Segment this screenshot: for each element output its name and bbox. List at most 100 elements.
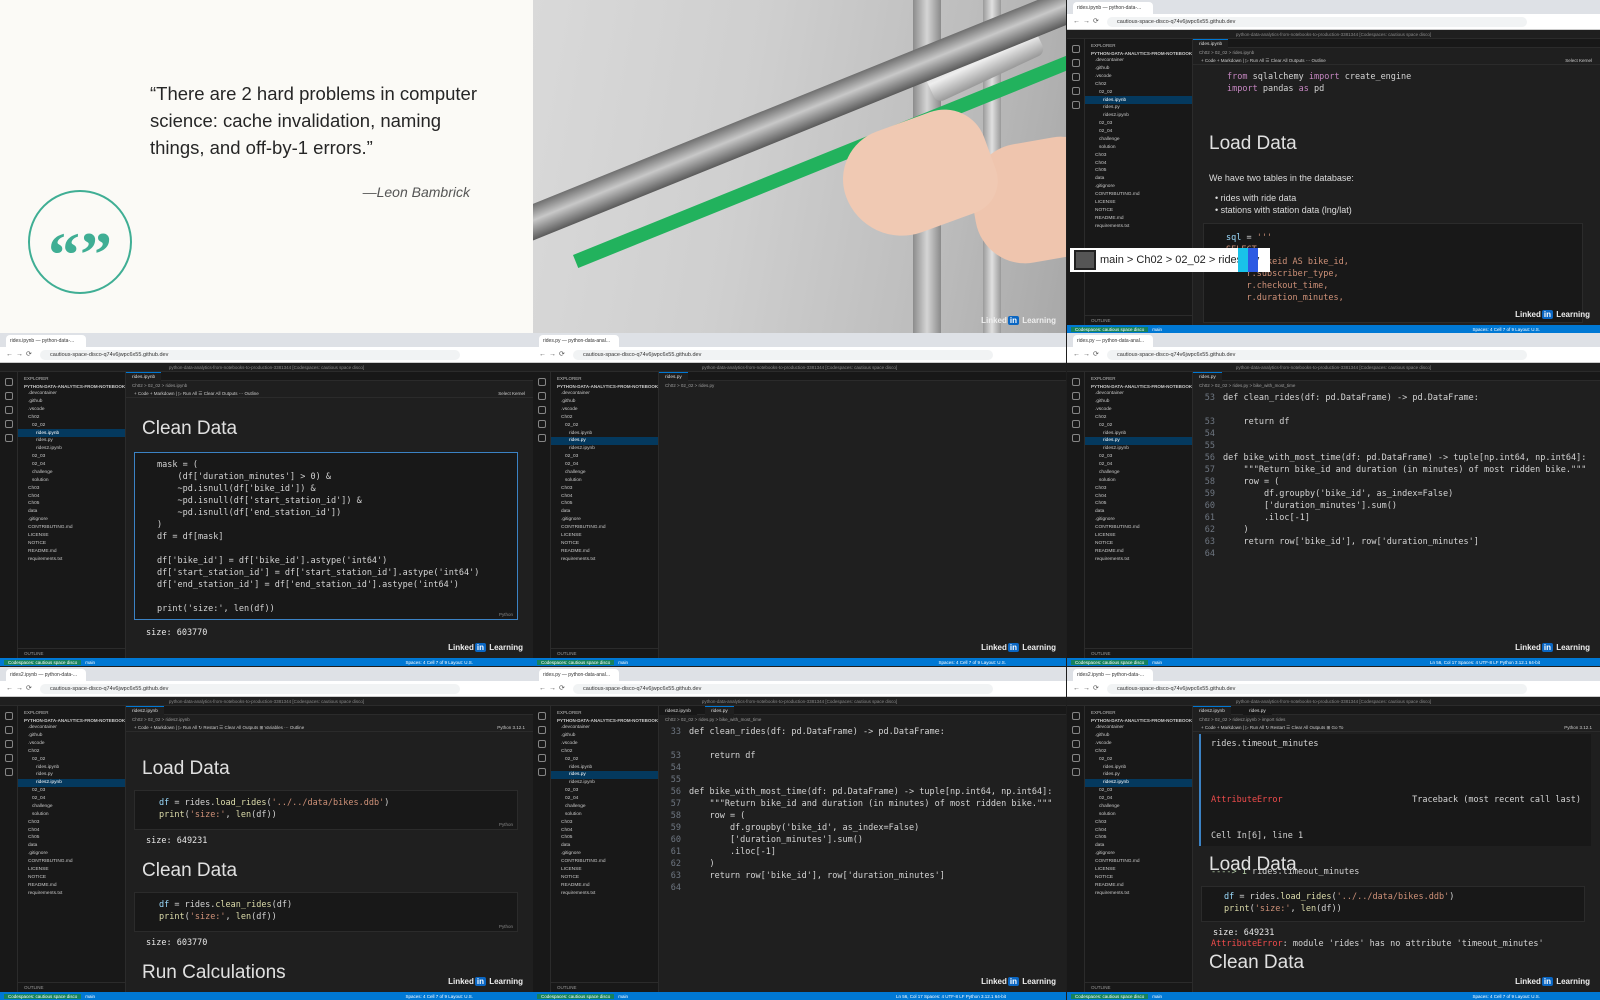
search-icon[interactable]	[1072, 392, 1080, 400]
source-control-icon[interactable]	[5, 740, 13, 748]
tree-item[interactable]: Ch03	[1085, 152, 1192, 160]
editor-tab-active[interactable]: rides.py	[705, 706, 734, 715]
code-cell-clean[interactable]: mask = ( (df['duration_minutes'] > 0) & …	[134, 452, 518, 620]
tree-item[interactable]: LICENSE	[18, 866, 125, 874]
tree-item[interactable]: rides.py	[18, 771, 125, 779]
tree-item[interactable]: .devcontainer	[551, 390, 658, 398]
tree-item[interactable]: .vscode	[1085, 73, 1192, 81]
address-bar[interactable]: cautious-space-disco-q74v6jwpc6x55.githu…	[1107, 350, 1527, 360]
tree-item[interactable]: requirements.txt	[551, 555, 658, 563]
remote-indicator[interactable]: Codespaces: cautious space disco	[1071, 993, 1149, 999]
source-control-icon[interactable]	[1072, 73, 1080, 81]
tree-item[interactable]: Ch05	[18, 834, 125, 842]
tree-item[interactable]: README.md	[551, 548, 658, 556]
address-bar[interactable]: cautious-space-disco-q74v6jwpc6x55.githu…	[573, 684, 993, 694]
editor-tab[interactable]: rides2.ipynb	[126, 706, 164, 715]
source-control-icon[interactable]	[538, 406, 546, 414]
breadcrumb[interactable]: Ch02 > 02_02 > rides2.ipynb > import rid…	[1193, 715, 1600, 723]
branch-indicator[interactable]: main	[618, 994, 628, 999]
source-control-icon[interactable]	[1072, 740, 1080, 748]
tree-item[interactable]: rides.py	[1085, 104, 1192, 112]
tree-item[interactable]: Ch05	[1085, 167, 1192, 175]
tree-item[interactable]: rides.ipynb	[551, 429, 658, 437]
tree-item[interactable]: Ch05	[1085, 500, 1192, 508]
browser-tab[interactable]: rides.ipynb — python-data-...	[6, 335, 86, 347]
cell-language[interactable]: Python	[499, 924, 513, 929]
tree-item[interactable]: Ch04	[551, 492, 658, 500]
files-icon[interactable]	[5, 712, 13, 720]
tree-item[interactable]: 02_02	[551, 422, 658, 430]
tree-item[interactable]: 02_04	[1085, 795, 1192, 803]
tree-item[interactable]: 02_03	[551, 453, 658, 461]
tree-item[interactable]: NOTICE	[18, 874, 125, 882]
tree-item[interactable]: .github	[1085, 65, 1192, 73]
run-debug-icon[interactable]	[5, 754, 13, 762]
cell-language[interactable]: Python	[499, 822, 513, 827]
tree-item[interactable]: rides2.ipynb	[551, 445, 658, 453]
outline-panel[interactable]: OUTLINE	[1085, 982, 1192, 992]
files-icon[interactable]	[1072, 45, 1080, 53]
search-icon[interactable]	[1072, 726, 1080, 734]
remote-indicator[interactable]: Codespaces: cautious space disco	[1071, 326, 1149, 332]
tree-item[interactable]: CONTRIBUTING.md	[551, 858, 658, 866]
tree-item[interactable]: requirements.txt	[18, 555, 125, 563]
code-cell-load[interactable]: df = rides.load_rides('../../data/bikes.…	[1201, 886, 1585, 922]
tree-item[interactable]: NOTICE	[551, 874, 658, 882]
code-editor[interactable]: rides.py Ch02 > 02_02 > rides.py > bike_…	[1193, 372, 1600, 658]
code-cell-error[interactable]: rides.timeout_minutes AttributeError Trac…	[1199, 734, 1591, 949]
breadcrumb[interactable]: Ch02 > 02_02 > rides.py > bike_with_most…	[1193, 381, 1600, 389]
remote-indicator[interactable]: Codespaces: cautious space disco	[4, 659, 82, 665]
branch-indicator[interactable]: main	[1152, 327, 1162, 332]
tree-item[interactable]: README.md	[1085, 882, 1192, 890]
editor-tab[interactable]: rides2.ipynb	[659, 706, 697, 715]
branch-indicator[interactable]: main	[85, 994, 95, 999]
branch-indicator[interactable]: main	[1152, 660, 1162, 665]
tree-item[interactable]: rides2.ipynb	[18, 445, 125, 453]
tree-item[interactable]: rides.ipynb	[551, 763, 658, 771]
nav-arrows-icon[interactable]: ←→⟳	[1073, 17, 1102, 25]
tree-item[interactable]: challenge	[18, 469, 125, 477]
tree-item[interactable]: Ch02	[1085, 748, 1192, 756]
address-bar[interactable]: cautious-space-disco-q74v6jwpc6x55.githu…	[1107, 17, 1527, 27]
notebook-toolbar-actions[interactable]: + Code + Markdown | ▷ Run All ↻ Restart …	[134, 725, 304, 730]
tree-item[interactable]: .vscode	[18, 740, 125, 748]
tree-item[interactable]: Ch03	[551, 819, 658, 827]
tree-item[interactable]: Ch02	[551, 748, 658, 756]
editor-tab[interactable]: rides.ipynb	[126, 372, 162, 381]
tree-item[interactable]: Ch04	[551, 826, 658, 834]
remote-indicator[interactable]: Codespaces: cautious space disco	[1071, 659, 1149, 665]
tree-item[interactable]: rides2.ipynb	[1085, 112, 1192, 120]
tree-item[interactable]: .github	[551, 732, 658, 740]
search-icon[interactable]	[538, 726, 546, 734]
explorer-root[interactable]: PYTHON-DATA-ANALYTICS-FROM-NOTEBOOKS-T..…	[18, 383, 125, 390]
breadcrumb[interactable]: Ch02 > 02_02 > rides.py	[659, 381, 1066, 389]
tree-item[interactable]: LICENSE	[551, 532, 658, 540]
tree-item[interactable]: LICENSE	[551, 866, 658, 874]
tree-item[interactable]: NOTICE	[18, 540, 125, 548]
editor-tab[interactable]: rides.ipynb	[1193, 39, 1229, 48]
tree-item[interactable]: rides.ipynb	[1085, 763, 1192, 771]
tree-item[interactable]: Ch05	[1085, 834, 1192, 842]
tree-item[interactable]: .github	[18, 732, 125, 740]
tree-item[interactable]: requirements.txt	[551, 889, 658, 897]
tree-item[interactable]: NOTICE	[551, 540, 658, 548]
tree-item[interactable]: CONTRIBUTING.md	[18, 524, 125, 532]
tree-item[interactable]: solution	[18, 477, 125, 485]
breadcrumb[interactable]: Ch02 > 02_02 > rides.py > bike_with_most…	[659, 715, 1066, 723]
nav-arrows-icon[interactable]: ←→⟳	[1073, 350, 1102, 358]
browser-tab[interactable]: rides.py — python-data-anal...	[539, 335, 619, 347]
nav-arrows-icon[interactable]: ←→⟳	[6, 350, 35, 358]
files-icon[interactable]	[1072, 712, 1080, 720]
run-debug-icon[interactable]	[538, 754, 546, 762]
breadcrumb[interactable]: Ch02 > 02_02 > rides.ipynb	[1193, 48, 1600, 56]
tree-item-selected[interactable]: rides.py	[551, 771, 658, 780]
notebook-toolbar-actions[interactable]: + Code + Markdown | ▷ Run All ☰ Clear Al…	[134, 391, 259, 396]
tree-item[interactable]: challenge	[551, 803, 658, 811]
tree-item[interactable]: LICENSE	[1085, 199, 1192, 207]
explorer-root[interactable]: PYTHON-DATA-ANALYTICS-FROM-NOTEBOOKS-T..…	[1085, 717, 1192, 724]
remote-indicator[interactable]: Codespaces: cautious space disco	[537, 659, 615, 665]
tree-item[interactable]: .gitignore	[18, 850, 125, 858]
tree-item[interactable]: requirements.txt	[18, 889, 125, 897]
tree-item[interactable]: Ch03	[1085, 819, 1192, 827]
tree-item[interactable]: .gitignore	[18, 516, 125, 524]
